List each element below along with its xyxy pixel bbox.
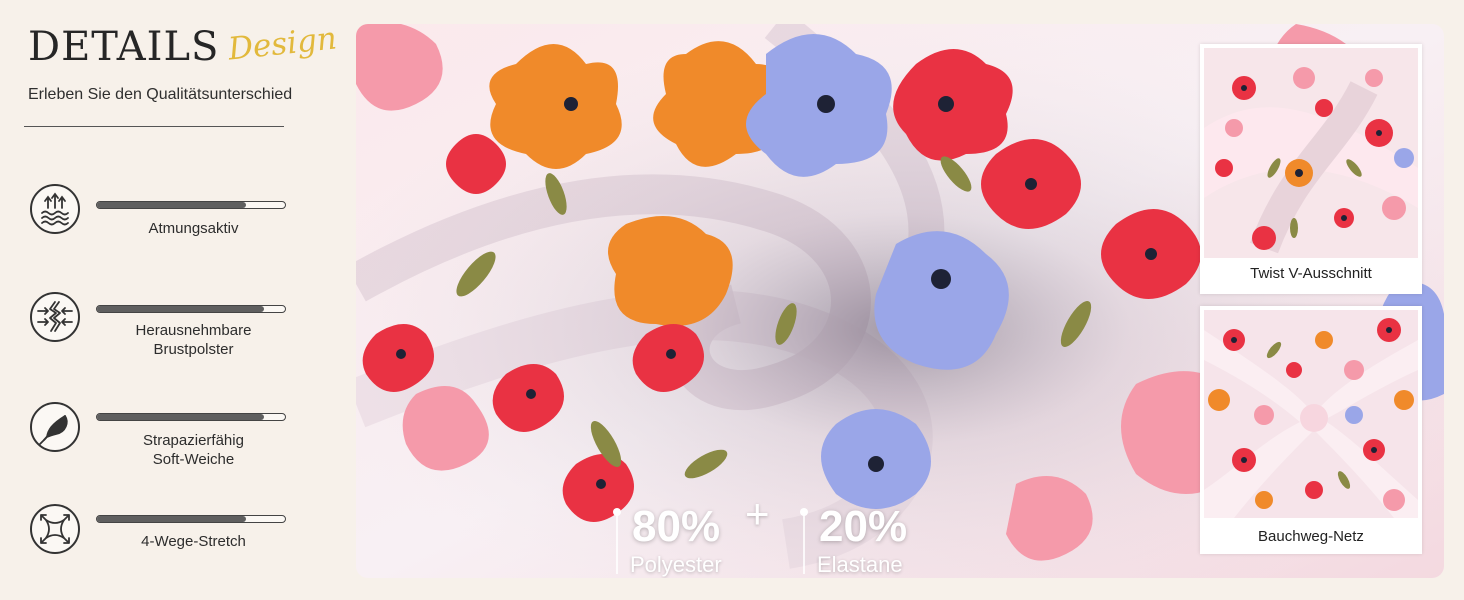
feather-icon — [30, 402, 80, 452]
compression-arrows-icon — [30, 292, 80, 342]
feature-level-fill — [97, 202, 246, 208]
feature-level-bar — [96, 305, 286, 313]
feature-level-bar — [96, 413, 286, 421]
feature-label-line: Atmungsaktiv — [148, 220, 239, 237]
feature-level-fill — [97, 306, 265, 312]
brand-script: Design — [226, 20, 339, 68]
feature-label-line: 4-Wege-Stretch — [141, 533, 246, 550]
stat-label: Elastane — [817, 552, 903, 577]
feature-label: 4-Wege-Stretch — [96, 532, 291, 551]
stat-label: Polyester — [630, 552, 722, 577]
feature-label-line: Brustpolster — [153, 341, 234, 358]
feature-label: Herausnehmbare Brustpolster — [96, 321, 291, 359]
feature-label-line: Soft-Weiche — [152, 451, 235, 468]
feature-level-fill — [97, 516, 246, 522]
feature-label: Strapazierfähig Soft-Weiche — [96, 431, 291, 469]
breathable-waves-icon — [30, 184, 80, 234]
feature-label-line: Strapazierfähig — [143, 432, 244, 449]
feature-label-line: Herausnehmbare — [135, 322, 252, 339]
thumbnail-image — [1204, 310, 1418, 518]
feature-level-bar — [96, 201, 286, 209]
thumbnail-twist-neckline: Twist V-Ausschnitt — [1200, 44, 1422, 294]
brand-subtitle: Erleben Sie den Qualitätsunterschied — [28, 86, 293, 103]
feature-level-fill — [97, 414, 265, 420]
left-panel: DETAILS Design Erleben Sie den Qualitäts… — [0, 0, 350, 600]
stat-value: 80% — [632, 502, 721, 551]
feature-label: Atmungsaktiv — [96, 219, 291, 238]
thumbnail-caption: Twist V-Ausschnitt — [1250, 265, 1372, 282]
divider — [24, 126, 284, 127]
stat-tick — [803, 512, 805, 574]
feature-level-bar — [96, 515, 286, 523]
four-way-stretch-icon — [30, 504, 80, 554]
thumbnail-caption: Bauchweg-Netz — [1258, 528, 1364, 545]
brand-title: DETAILS — [28, 24, 220, 70]
stat-dot — [613, 508, 621, 516]
thumbnail-tummy-control: Bauchweg-Netz — [1200, 306, 1422, 554]
plus-sign: + — [745, 490, 770, 537]
stat-tick — [616, 512, 618, 574]
stat-dot — [800, 508, 808, 516]
stat-value: 20% — [819, 502, 908, 551]
thumbnail-image — [1204, 48, 1418, 258]
